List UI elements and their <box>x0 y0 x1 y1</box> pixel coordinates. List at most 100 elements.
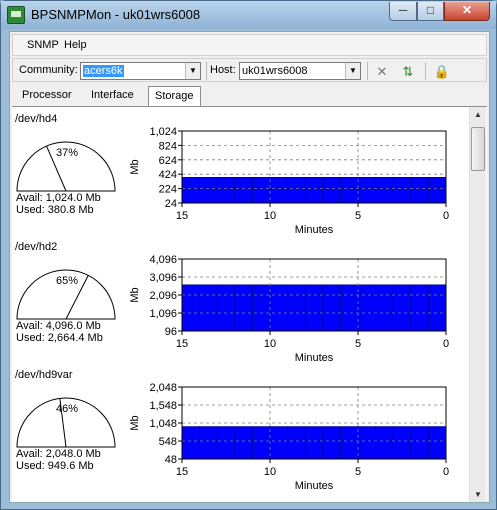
data-bar <box>322 426 341 460</box>
data-bar <box>234 177 253 204</box>
scroll-up-icon[interactable]: ▲ <box>470 107 486 123</box>
data-bar <box>216 284 236 332</box>
y-tick-label: 1,548 <box>149 400 177 412</box>
x-axis-label: Minutes <box>295 224 334 236</box>
data-bar <box>392 426 412 460</box>
storage-panel: /dev/hd4 37% Avail: 1,024.0 Mb Used: 380.8 … <box>12 106 487 502</box>
data-bar <box>410 426 429 460</box>
storage-chart: 1,024 824 624 424 224 2415 10 5 0 Mb Minutes <box>129 126 449 236</box>
data-bar <box>357 426 376 460</box>
tab-interface[interactable]: Interface <box>85 86 140 106</box>
data-bar <box>304 284 324 332</box>
x-tick-label: 15 <box>176 210 188 222</box>
scroll-down-icon[interactable]: ▼ <box>470 487 486 502</box>
vertical-scrollbar[interactable]: ▲ ▼ <box>469 107 486 502</box>
chevron-down-icon[interactable]: ▼ <box>345 63 360 79</box>
host-combo[interactable]: uk01wrs6008 ▼ <box>239 62 361 80</box>
tab-processor[interactable]: Processor <box>16 86 78 106</box>
data-bar <box>181 177 200 204</box>
data-bar <box>252 177 271 204</box>
community-value[interactable]: acers6k <box>83 65 124 77</box>
y-tick-label: 824 <box>159 140 177 152</box>
data-bar <box>375 284 394 332</box>
community-combo[interactable]: acers6k ▼ <box>80 62 201 80</box>
y-tick-label: 224 <box>159 184 177 196</box>
menu-snmp[interactable]: SNMP <box>27 39 59 51</box>
data-bar <box>216 177 236 204</box>
menu-bar: SNMP Help <box>12 34 487 56</box>
x-axis-label: Minutes <box>295 352 334 364</box>
y-tick-label: 548 <box>159 436 177 448</box>
used-text: Used: 2,664.4 Mb <box>16 332 103 344</box>
close-button[interactable]: ✕ <box>444 2 490 21</box>
data-bar <box>410 284 429 332</box>
minimize-button[interactable]: ─ <box>389 2 417 21</box>
x-tick-label: 5 <box>355 466 361 478</box>
data-bar <box>199 284 218 332</box>
x-tick-label: 5 <box>355 338 361 350</box>
data-bar <box>199 426 218 460</box>
title-bar[interactable]: BPSNMPMon - uk01wrs6008 ─ □ ✕ <box>1 1 496 29</box>
x-axis-label: Minutes <box>295 480 334 492</box>
data-bar <box>410 177 429 204</box>
usage-gauge <box>16 397 116 448</box>
device-2: /dev/hd9var 46% Avail: 2,048.0 Mb Used: 949… <box>12 369 462 499</box>
data-bar <box>340 426 359 460</box>
tab-strip: Processor Interface Storage <box>12 84 487 106</box>
x-tick-label: 10 <box>264 338 276 350</box>
data-bar <box>181 284 200 332</box>
data-bar <box>304 426 324 460</box>
data-bar <box>357 177 376 204</box>
client-area: SNMP Help Community: acers6k ▼ Host: uk0… <box>9 31 490 503</box>
host-value[interactable]: uk01wrs6008 <box>242 65 307 77</box>
y-tick-label: 3,096 <box>149 272 177 284</box>
y-tick-label: 48 <box>165 454 177 466</box>
gauge-percent: 46% <box>55 403 79 415</box>
data-bar <box>322 177 341 204</box>
community-label: Community: <box>19 64 78 76</box>
device-1: /dev/hd2 65% Avail: 4,096.0 Mb Used: 2,664.… <box>12 241 462 371</box>
data-bar <box>392 177 412 204</box>
x-tick-label: 0 <box>443 466 449 478</box>
toolbar-separator <box>206 62 207 80</box>
data-bar <box>428 426 447 460</box>
window-title: BPSNMPMon - uk01wrs6008 <box>31 7 201 22</box>
usage-gauge <box>16 269 116 320</box>
avail-text: Avail: 1,024.0 Mb <box>16 192 101 204</box>
storage-chart: 2,048 1,548 1,048 548 4815 10 5 0 Mb Minutes <box>129 382 449 492</box>
x-tick-label: 15 <box>176 466 188 478</box>
x-tick-label: 0 <box>443 338 449 350</box>
data-bar <box>252 426 271 460</box>
scroll-thumb[interactable] <box>471 127 485 171</box>
tab-storage[interactable]: Storage <box>148 86 201 106</box>
data-bar <box>287 426 306 460</box>
data-bar <box>216 426 236 460</box>
connect-icon[interactable]: ⇅ <box>399 63 417 80</box>
toolbar-separator <box>367 62 368 80</box>
gauge-percent: 65% <box>55 275 79 287</box>
data-bar <box>287 284 306 332</box>
lock-icon[interactable]: 🔒 <box>433 63 451 80</box>
disconnect-icon[interactable]: ✕ <box>373 63 391 80</box>
y-tick-label: 624 <box>159 155 177 167</box>
y-axis-label: Mb <box>129 415 141 430</box>
used-text: Used: 949.6 Mb <box>16 460 94 472</box>
y-tick-label: 4,096 <box>149 254 177 266</box>
y-axis-label: Mb <box>129 159 141 174</box>
menu-help[interactable]: Help <box>64 39 87 51</box>
data-bar <box>269 177 288 204</box>
x-tick-label: 10 <box>264 466 276 478</box>
data-bar <box>234 284 253 332</box>
x-tick-label: 5 <box>355 210 361 222</box>
toolbar-separator <box>425 62 426 80</box>
x-tick-label: 0 <box>443 210 449 222</box>
maximize-button[interactable]: □ <box>417 2 444 21</box>
y-tick-label: 1,096 <box>149 308 177 320</box>
gauge-percent: 37% <box>55 147 79 159</box>
y-tick-label: 2,096 <box>149 290 177 302</box>
storage-chart: 4,096 3,096 2,096 1,096 9615 10 5 0 Mb Minutes <box>129 254 449 364</box>
data-bar <box>375 426 394 460</box>
data-bar <box>340 177 359 204</box>
chevron-down-icon[interactable]: ▼ <box>185 63 200 79</box>
y-tick-label: 1,024 <box>149 126 177 138</box>
